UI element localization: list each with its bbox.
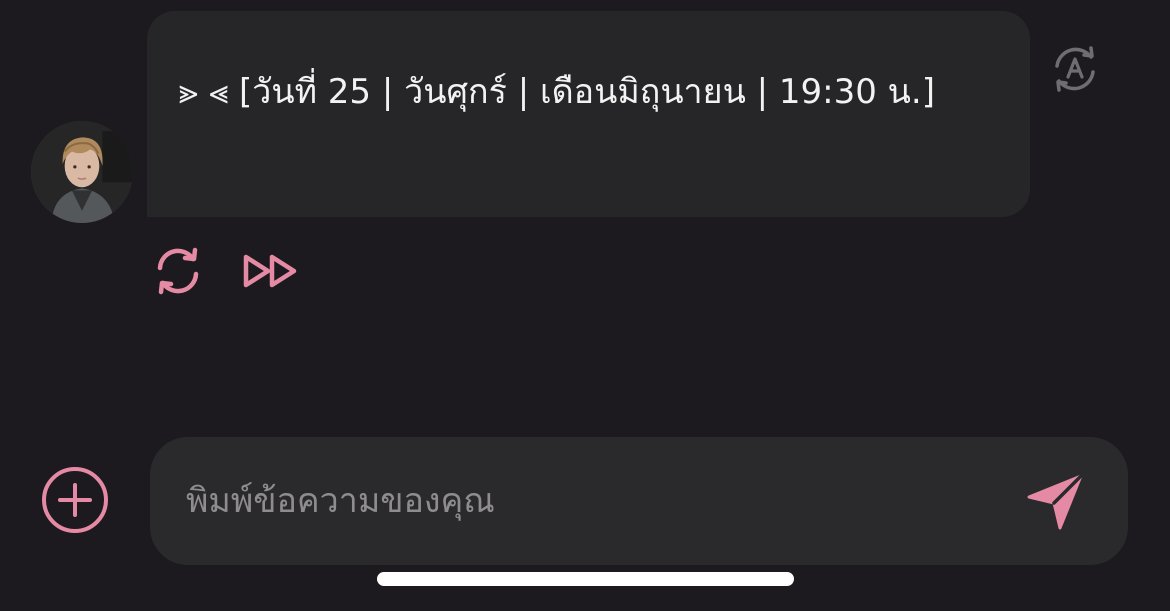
message-bubble: ⪢ ⪡ [วันที่ 25 | วันศุกร์ | เดือนมิถุนาย… — [147, 11, 1030, 217]
message-input[interactable] — [186, 465, 1006, 537]
home-indicator[interactable] — [377, 572, 794, 586]
avatar[interactable] — [31, 121, 133, 223]
skip-button[interactable] — [240, 248, 300, 294]
message-composer — [150, 437, 1128, 565]
message-text: ⪢ ⪡ [วันที่ 25 | วันศุกร์ | เดือนมิถุนาย… — [179, 72, 935, 112]
refresh-icon — [157, 247, 199, 295]
chat-screen: ⪢ ⪡ [วันที่ 25 | วันศุกร์ | เดือนมิถุนาย… — [0, 0, 1170, 611]
send-icon — [1027, 474, 1083, 530]
translate-button[interactable] — [1048, 42, 1102, 96]
fast-forward-icon — [243, 254, 297, 288]
send-button[interactable] — [1025, 471, 1087, 533]
avatar-image — [31, 121, 133, 223]
translate-icon — [1055, 46, 1095, 92]
plus-circle-icon — [42, 467, 108, 533]
add-button[interactable] — [40, 465, 110, 535]
regenerate-button[interactable] — [152, 245, 204, 297]
